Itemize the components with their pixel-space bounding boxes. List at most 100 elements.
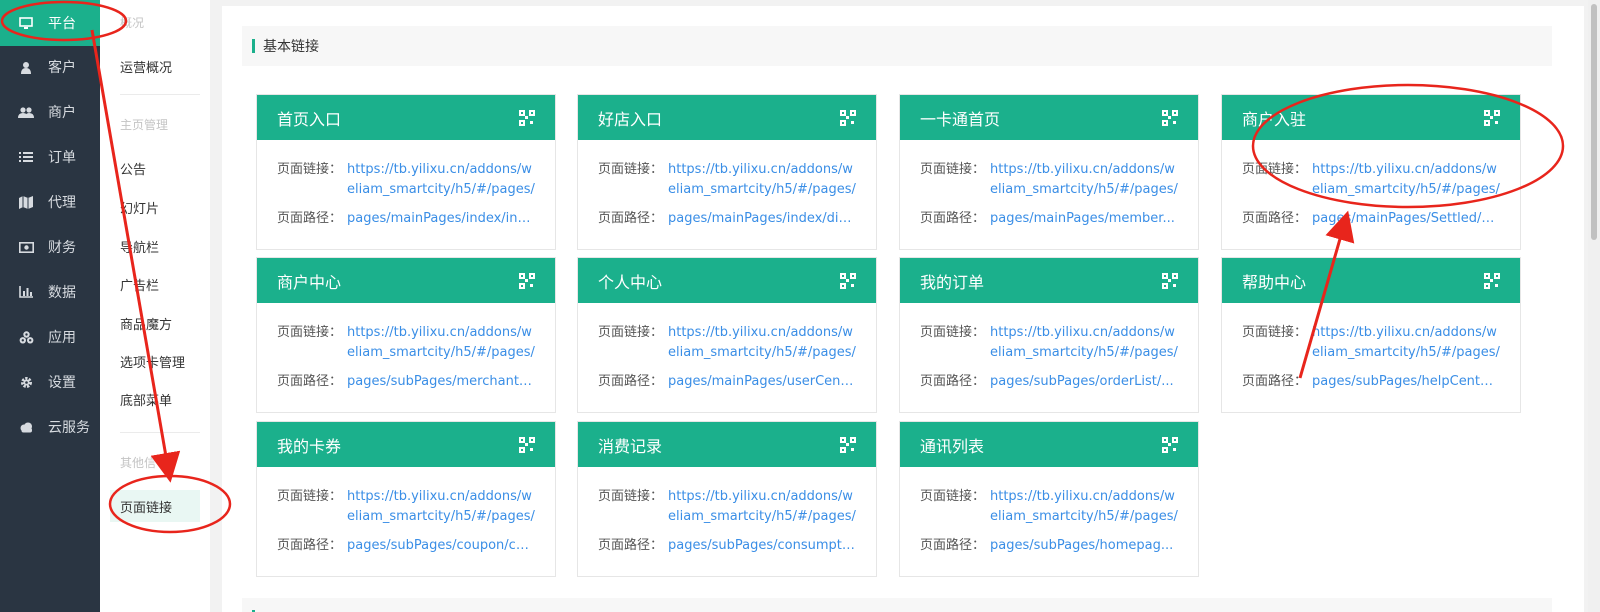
sub-item-tab-management[interactable]: 选项卡管理 — [120, 352, 185, 371]
qr-code-icon[interactable] — [1484, 272, 1500, 289]
card-header: 首页入口 — [257, 95, 555, 140]
path-label: 页面路径： — [1242, 211, 1308, 226]
link-row: 页面链接： https://tb.yilixu.cn/addons/weliam_… — [277, 323, 535, 363]
page-link-url[interactable]: https://tb.yilixu.cn/addons/weliam_smart… — [347, 487, 535, 527]
page-path[interactable]: pages/subPages/merchant/... — [347, 372, 535, 392]
page-path[interactable]: pages/subPages/helpCente... — [1312, 372, 1500, 392]
sub-item-page-links[interactable]: 页面链接 — [120, 497, 172, 516]
page-link-url[interactable]: https://tb.yilixu.cn/addons/weliam_smart… — [990, 160, 1178, 200]
link-label: 页面链接： — [598, 489, 664, 504]
link-label: 页面链接： — [1242, 162, 1308, 177]
list-icon — [18, 149, 34, 165]
sub-item-navbar[interactable]: 导航栏 — [120, 237, 159, 256]
link-card: 个人中心 页面链接： https://tb.yilixu.cn/addons/wel… — [577, 257, 877, 413]
card-header: 个人中心 — [578, 258, 876, 303]
nav-label: 数据 — [48, 285, 76, 301]
page-path[interactable]: pages/mainPages/index/diy... — [668, 209, 856, 229]
nav-item-platform[interactable]: 平台 — [0, 0, 100, 46]
scrollbar-thumb[interactable] — [1591, 4, 1597, 240]
qr-code-icon[interactable] — [840, 109, 856, 126]
link-label: 页面链接： — [277, 162, 343, 177]
page-path[interactable]: pages/mainPages/index/index — [347, 209, 535, 229]
nav-label: 应用 — [48, 330, 76, 346]
card-title: 商户中心 — [277, 272, 342, 292]
link-row: 页面链接： https://tb.yilixu.cn/addons/weliam_… — [1242, 160, 1500, 200]
path-label: 页面路径： — [277, 538, 343, 553]
nav-item-agent[interactable]: 代理 — [0, 179, 100, 225]
path-label: 页面路径： — [598, 538, 664, 553]
card-body: 页面链接： https://tb.yilixu.cn/addons/weliam_… — [900, 140, 1198, 229]
nav-item-merchant[interactable]: 商户 — [0, 89, 100, 135]
nav-label: 代理 — [48, 195, 76, 211]
sub-item-bottom-menu[interactable]: 底部菜单 — [120, 390, 172, 409]
sub-item-adbar[interactable]: 广告栏 — [120, 275, 159, 294]
page-path[interactable]: pages/subPages/orderList/... — [990, 372, 1178, 392]
path-row: 页面路径： pages/subPages/helpCente... — [1242, 372, 1500, 392]
link-row: 页面链接： https://tb.yilixu.cn/addons/weliam_… — [920, 323, 1178, 363]
page-path[interactable]: pages/mainPages/Settled/S... — [1312, 209, 1500, 229]
qr-code-icon[interactable] — [1162, 109, 1178, 126]
link-card: 帮助中心页面链接： https://tb.yilixu.cn/addons/wel… — [1221, 257, 1521, 413]
qr-code-icon[interactable] — [519, 436, 535, 453]
path-label: 页面路径： — [277, 374, 343, 389]
sub-menu: 概况 运营概况 主页管理 公告 幻灯片 导航栏 广告栏 商品魔方 选项卡管理 底… — [100, 0, 210, 612]
sub-item-notice[interactable]: 公告 — [120, 159, 146, 178]
nav-item-settings[interactable]: 设置 — [0, 359, 100, 405]
page-link-url[interactable]: https://tb.yilixu.cn/addons/weliam_smart… — [990, 323, 1178, 363]
card-title: 一卡通首页 — [920, 109, 1001, 129]
main-sidebar: 平台 客户 商户 订单 代理 财务 数据 应用 设置 云服务 — [0, 0, 100, 612]
link-row: 页面链接： https://tb.yilixu.cn/addons/weliam_… — [277, 160, 535, 200]
bar-chart-icon — [18, 284, 34, 300]
path-row: 页面路径： pages/mainPages/index/index — [277, 209, 535, 229]
path-row: 页面路径： pages/subPages/consumpti... — [598, 536, 856, 556]
link-label: 页面链接： — [920, 162, 986, 177]
qr-code-icon[interactable] — [840, 272, 856, 289]
page-path[interactable]: pages/mainPages/userCent... — [668, 372, 856, 392]
money-icon — [18, 239, 34, 255]
page-link-url[interactable]: https://tb.yilixu.cn/addons/weliam_smart… — [347, 323, 535, 363]
link-card: 消费记录页面链接： https://tb.yilixu.cn/addons/wel… — [577, 421, 877, 577]
link-label: 页面链接： — [920, 489, 986, 504]
card-header: 我的订单 — [900, 258, 1198, 303]
card-body: 页面链接： https://tb.yilixu.cn/addons/weliam_… — [257, 303, 555, 392]
card-header: 消费记录 — [578, 422, 876, 467]
page-link-url[interactable]: https://tb.yilixu.cn/addons/weliam_smart… — [668, 323, 856, 363]
nav-item-order[interactable]: 订单 — [0, 134, 100, 180]
card-body: 页面链接： https://tb.yilixu.cn/addons/weliam_… — [578, 140, 876, 229]
page-scrollbar[interactable] — [1588, 0, 1600, 612]
page-path[interactable]: pages/subPages/coupon/co... — [347, 536, 535, 556]
page-link-url[interactable]: https://tb.yilixu.cn/addons/weliam_smart… — [668, 160, 856, 200]
nav-item-cloud[interactable]: 云服务 — [0, 404, 100, 450]
section-header: 基本链接 — [242, 26, 1552, 66]
card-header: 帮助中心 — [1222, 258, 1520, 303]
card-header: 我的卡券 — [257, 422, 555, 467]
link-card: 首页入口页面链接： https://tb.yilixu.cn/addons/wel… — [256, 94, 556, 250]
nav-item-data[interactable]: 数据 — [0, 269, 100, 315]
page-link-url[interactable]: https://tb.yilixu.cn/addons/weliam_smart… — [1312, 160, 1500, 200]
link-row: 页面链接： https://tb.yilixu.cn/addons/weliam_… — [1242, 323, 1500, 363]
page-link-url[interactable]: https://tb.yilixu.cn/addons/weliam_smart… — [990, 487, 1178, 527]
page-link-url[interactable]: https://tb.yilixu.cn/addons/weliam_smart… — [1312, 323, 1500, 363]
page-link-url[interactable]: https://tb.yilixu.cn/addons/weliam_smart… — [347, 160, 535, 200]
page-path[interactable]: pages/subPages/homepag... — [990, 536, 1178, 556]
page-path[interactable]: pages/mainPages/member... — [990, 209, 1178, 229]
link-row: 页面链接： https://tb.yilixu.cn/addons/weliam_… — [598, 487, 856, 527]
section-header-next — [242, 598, 1552, 612]
path-label: 页面路径： — [920, 374, 986, 389]
qr-code-icon[interactable] — [1162, 436, 1178, 453]
qr-code-icon[interactable] — [1162, 272, 1178, 289]
page-link-url[interactable]: https://tb.yilixu.cn/addons/weliam_smart… — [668, 487, 856, 527]
qr-code-icon[interactable] — [519, 109, 535, 126]
gear-icon — [18, 374, 34, 390]
qr-code-icon[interactable] — [840, 436, 856, 453]
nav-item-finance[interactable]: 财务 — [0, 224, 100, 270]
sub-item-slideshow[interactable]: 幻灯片 — [120, 198, 159, 217]
nav-item-customer[interactable]: 客户 — [0, 44, 100, 90]
sub-item-product-cube[interactable]: 商品魔方 — [120, 314, 172, 333]
page-path[interactable]: pages/subPages/consumpti... — [668, 536, 856, 556]
nav-item-apps[interactable]: 应用 — [0, 314, 100, 360]
qr-code-icon[interactable] — [1484, 109, 1500, 126]
qr-code-icon[interactable] — [519, 272, 535, 289]
sub-item-operations-overview[interactable]: 运营概况 — [120, 57, 172, 76]
link-label: 页面链接： — [277, 489, 343, 504]
